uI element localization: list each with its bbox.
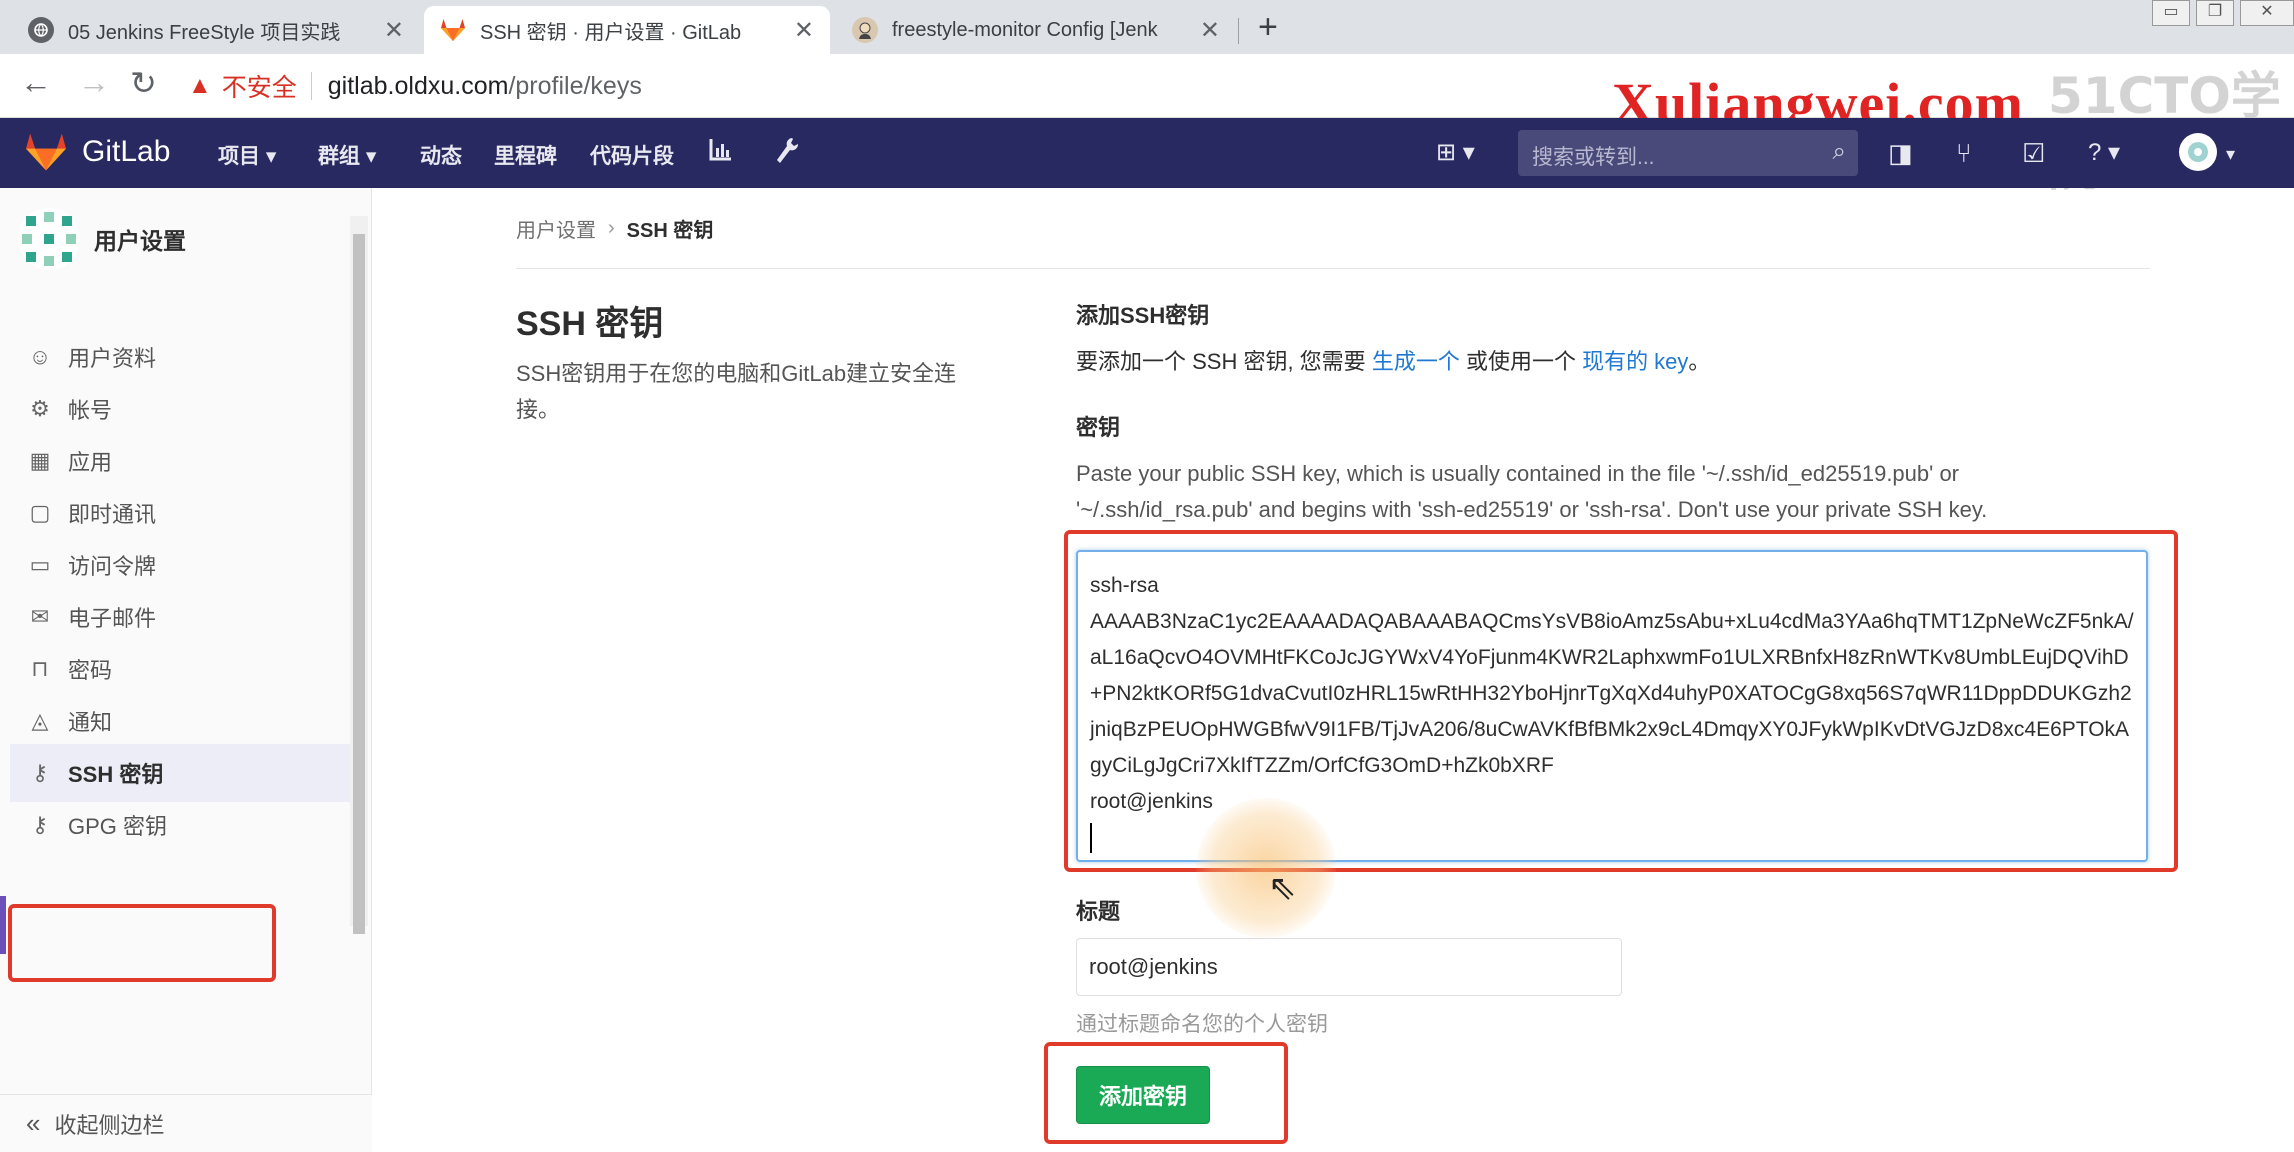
- scrollbar-thumb[interactable]: [353, 234, 365, 934]
- tab-separator: [1238, 18, 1239, 44]
- sidebar-item-gpg-keys[interactable]: ⚷ GPG 密钥: [10, 796, 350, 854]
- applications-icon: ▦: [29, 448, 51, 473]
- section-title: 添加SSH密钥: [1076, 303, 1210, 328]
- nav-snippets[interactable]: 代码片段: [590, 140, 674, 170]
- highlight-box-button: [1044, 1042, 1288, 1144]
- existing-key-link[interactable]: 现有的 key: [1582, 349, 1688, 374]
- generate-key-link[interactable]: 生成一个: [1372, 349, 1460, 374]
- url-host: gitlab.oldxu.com: [327, 71, 509, 100]
- browser-tab-jenkins-config[interactable]: freestyle-monitor Config [Jenk ✕: [836, 6, 1236, 54]
- nav-projects[interactable]: 项目 ▾: [218, 140, 276, 170]
- sidebar-scrollbar[interactable]: [350, 216, 368, 934]
- gitlab-fox-icon: [26, 133, 66, 171]
- key-label: 密钥: [1076, 415, 1121, 440]
- sidebar-item-profile[interactable]: ☺ 用户资料: [10, 328, 350, 386]
- sidebar-item-tokens[interactable]: ▭ 访问令牌: [10, 536, 350, 594]
- tab-title: 05 Jenkins FreeStyle 项目实践: [68, 21, 341, 44]
- jenkins-icon: [852, 17, 878, 43]
- divider: [516, 268, 2150, 269]
- user-avatar[interactable]: [2178, 132, 2218, 179]
- sidebar-header[interactable]: 用户设置: [18, 208, 186, 270]
- minimize-icon[interactable]: ▭: [2152, 0, 2190, 26]
- gitlab-header: GitLab 项目 ▾ 群组 ▾ 动态 里程碑 代码片段 ⊞ ▾ 搜索或转到..…: [0, 118, 2294, 188]
- chart-icon[interactable]: [708, 136, 734, 169]
- nav-milestones[interactable]: 里程碑: [494, 140, 557, 170]
- settings-sidebar: 用户设置 ☺ 用户资料 ⚙ 帐号 ▦ 应用 ▢ 即时通讯 ▭ 访问令牌 ✉ 电子邮件 ⊓ 密码…: [0, 188, 372, 1152]
- merge-request-icon[interactable]: ⑂: [1956, 138, 1972, 169]
- intro-text: 要添加一个 SSH 密钥, 您需要 生成一个 或使用一个 现有的 key。: [1076, 349, 1711, 374]
- sidebar-item-applications[interactable]: ▦ 应用: [10, 432, 350, 490]
- reload-icon[interactable]: ↻: [130, 64, 157, 102]
- title-input[interactable]: root@jenkins: [1076, 938, 1622, 996]
- breadcrumb: 用户设置 › SSH 密钥: [516, 214, 713, 243]
- click-indicator: [1196, 798, 1336, 938]
- chat-icon: ▢: [29, 500, 51, 525]
- nav-groups[interactable]: 群组 ▾: [318, 140, 376, 170]
- admin-wrench-icon[interactable]: [774, 136, 800, 171]
- back-icon[interactable]: ←: [20, 64, 52, 101]
- divider: [310, 72, 312, 100]
- chevron-down-icon[interactable]: ▾: [2226, 144, 2235, 165]
- sidebar-item-ssh-keys[interactable]: ⚷ SSH 密钥: [10, 744, 350, 802]
- avatar: [18, 208, 80, 270]
- page-title: SSH 密钥: [516, 305, 664, 343]
- gitlab-fox-icon: [440, 17, 466, 43]
- nav-activity[interactable]: 动态: [420, 140, 462, 170]
- collapse-label: 收起侧边栏: [54, 1112, 165, 1138]
- tab-title: SSH 密钥 · 用户设置 · GitLab: [480, 21, 742, 44]
- search-icon: ⌕: [1832, 138, 1846, 165]
- search-placeholder: 搜索或转到...: [1532, 146, 1655, 169]
- collapse-sidebar-button[interactable]: « 收起侧边栏: [0, 1094, 372, 1152]
- globe-icon: [28, 17, 54, 43]
- mouse-pointer-icon: ⇖: [1268, 869, 1297, 907]
- sidebar-item-chat[interactable]: ▢ 即时通讯: [10, 484, 350, 542]
- warning-icon: ▲: [188, 72, 212, 99]
- browser-tab-jenkins-doc[interactable]: 05 Jenkins FreeStyle 项目实践 ✕: [12, 6, 420, 54]
- sidebar-item-notifications[interactable]: ◬ 通知: [10, 692, 350, 750]
- search-input[interactable]: 搜索或转到... ⌕: [1518, 130, 1858, 176]
- issues-icon[interactable]: ◨: [1888, 138, 1913, 169]
- close-window-icon[interactable]: ✕: [2240, 0, 2294, 26]
- page-description: SSH密钥用于在您的电脑和GitLab建立安全连接。: [516, 361, 957, 422]
- sidebar-item-emails[interactable]: ✉ 电子邮件: [10, 588, 350, 646]
- breadcrumb-parent[interactable]: 用户设置: [516, 214, 596, 243]
- highlight-box-sidebar: [8, 904, 276, 982]
- browser-tab-strip: 05 Jenkins FreeStyle 项目实践 ✕ SSH 密钥 · 用户设…: [0, 0, 2294, 54]
- close-tab-icon[interactable]: ✕: [794, 16, 814, 45]
- sidebar-title: 用户设置: [94, 228, 186, 254]
- url-path: /profile/keys: [508, 71, 642, 100]
- bell-icon: ◬: [31, 708, 49, 733]
- browser-tab-gitlab-ssh[interactable]: SSH 密钥 · 用户设置 · GitLab ✕: [424, 6, 830, 54]
- lock-icon: ⊓: [31, 656, 49, 681]
- title-hint: 通过标题命名您的个人密钥: [1076, 1013, 1328, 1036]
- close-tab-icon[interactable]: ✕: [1200, 16, 1220, 45]
- new-tab-icon[interactable]: +: [1258, 8, 1278, 47]
- active-indicator: [0, 896, 6, 954]
- gitlab-logo[interactable]: GitLab: [24, 132, 170, 172]
- double-chevron-left-icon: «: [26, 1108, 41, 1138]
- restore-icon[interactable]: ❐: [2196, 0, 2234, 26]
- key-help-text: Paste your public SSH key, which is usua…: [1076, 461, 1988, 522]
- chevron-right-icon: ›: [608, 217, 615, 239]
- new-plus-icon[interactable]: ⊞ ▾: [1436, 138, 1475, 167]
- account-icon: ⚙: [30, 396, 50, 421]
- todo-check-icon[interactable]: ☑: [2022, 138, 2045, 169]
- token-icon: ▭: [29, 552, 51, 577]
- sidebar-item-account[interactable]: ⚙ 帐号: [10, 380, 350, 438]
- close-tab-icon[interactable]: ✕: [384, 16, 404, 45]
- profile-icon: ☺: [28, 344, 52, 369]
- key-icon: ⚷: [31, 812, 49, 837]
- email-icon: ✉: [30, 604, 50, 629]
- tab-title: freestyle-monitor Config [Jenk: [892, 18, 1158, 41]
- forward-icon[interactable]: →: [78, 64, 110, 101]
- key-icon: ⚷: [31, 760, 49, 785]
- help-icon[interactable]: ? ▾: [2088, 138, 2120, 167]
- breadcrumb-current[interactable]: SSH 密钥: [627, 214, 714, 243]
- title-label: 标题: [1076, 899, 1121, 924]
- sidebar-item-password[interactable]: ⊓ 密码: [10, 640, 350, 698]
- insecure-label: 不安全: [221, 74, 297, 102]
- brand-name: GitLab: [82, 135, 171, 168]
